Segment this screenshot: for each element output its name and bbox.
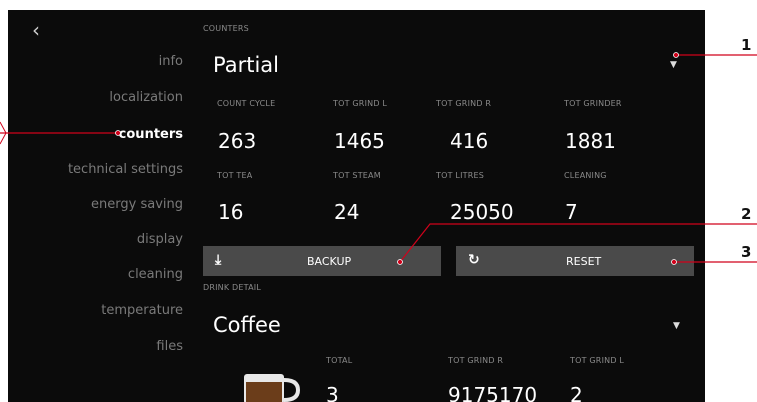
callout-number-3: 3 bbox=[741, 243, 752, 261]
callout-dot bbox=[671, 259, 677, 265]
callout-number-2: 2 bbox=[741, 205, 752, 223]
callout-number-1: 1 bbox=[741, 36, 752, 54]
callout-dot bbox=[673, 52, 679, 58]
annotation-layer bbox=[0, 52, 757, 265]
callout-line bbox=[399, 223, 757, 263]
callout-dot bbox=[115, 130, 121, 136]
callout-dot bbox=[397, 259, 403, 265]
